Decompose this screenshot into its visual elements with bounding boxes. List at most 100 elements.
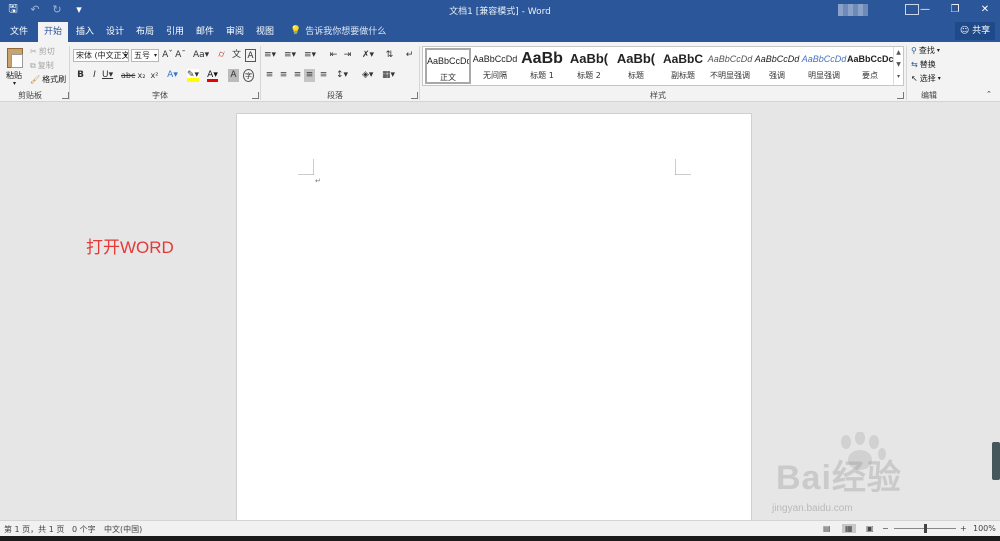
font-color-icon[interactable]: A▾: [207, 69, 218, 82]
paragraph-launcher-icon[interactable]: [411, 92, 418, 99]
share-button[interactable]: ☺ 共享: [955, 22, 995, 40]
zoom-in-icon[interactable]: +: [960, 524, 967, 533]
distributed-icon[interactable]: ≡: [318, 69, 329, 82]
font-launcher-icon[interactable]: [252, 92, 259, 99]
text-effects-icon[interactable]: A▾: [167, 69, 178, 82]
bold-icon[interactable]: B: [75, 69, 86, 82]
subscript-icon[interactable]: x₂: [136, 69, 147, 82]
change-case-icon[interactable]: Aa▾: [193, 49, 209, 62]
page-count[interactable]: 第 1 页，共 1 页: [4, 524, 64, 535]
align-center-icon[interactable]: ≡: [278, 69, 289, 82]
italic-icon[interactable]: I: [89, 69, 100, 82]
print-layout-icon[interactable]: ▦: [842, 524, 856, 533]
chevron-up-icon[interactable]: ▲: [894, 47, 903, 59]
line-spacing-icon[interactable]: ↕▾: [336, 69, 348, 82]
style-no-spacing[interactable]: AaBbCcDd 无间隔: [472, 48, 518, 84]
style-subtle-emphasis[interactable]: AaBbCcDd 不明显强调: [707, 48, 753, 84]
decrease-indent-icon[interactable]: ⇤: [328, 49, 339, 62]
find-button[interactable]: ⚲ 查找 ▾: [911, 45, 940, 56]
style-heading-2[interactable]: AaBb( 标题 2: [566, 48, 612, 84]
replace-button[interactable]: ⇆ 替换: [911, 59, 936, 70]
tab-mailings[interactable]: 邮件: [192, 22, 218, 42]
font-name-combo[interactable]: 宋体 (中文正文) ▾: [73, 49, 129, 62]
chevron-down-icon: ▾: [123, 52, 127, 59]
style-heading-1[interactable]: AaBb 标题 1: [519, 48, 565, 84]
grow-font-icon[interactable]: Aˇ: [162, 49, 173, 62]
tab-design[interactable]: 设计: [102, 22, 128, 42]
phonetic-guide-icon[interactable]: 文: [231, 49, 242, 62]
cursor-icon: ↖: [911, 74, 918, 83]
copy-button[interactable]: ⧉ 复制: [30, 60, 54, 71]
tab-references[interactable]: 引用: [162, 22, 188, 42]
window-controls: — ❐ ✕: [910, 0, 1000, 20]
format-painter-button[interactable]: 🖌 格式刷: [30, 74, 66, 85]
enclose-characters-icon[interactable]: 字: [243, 69, 254, 82]
strikethrough-icon[interactable]: abc: [121, 69, 135, 82]
style-strong[interactable]: AaBbCcDc 要点: [847, 48, 893, 84]
tab-home[interactable]: 开始: [38, 22, 68, 42]
numbering-icon[interactable]: ≡▾: [284, 49, 296, 62]
annotation-text: 打开WORD: [86, 238, 174, 257]
replace-label: 替换: [919, 60, 936, 69]
underline-icon[interactable]: U▾: [102, 69, 113, 82]
style-sample: AaBbCcDd: [754, 54, 800, 64]
paste-button[interactable]: 粘贴 ▾: [4, 46, 26, 88]
clear-formatting-icon[interactable]: ⌭: [216, 49, 227, 62]
tab-file[interactable]: 文件: [4, 22, 34, 42]
bullets-icon[interactable]: ≡▾: [264, 49, 276, 62]
account-avatar[interactable]: [838, 4, 868, 16]
superscript-icon[interactable]: x²: [149, 69, 160, 82]
tab-view[interactable]: 视图: [252, 22, 278, 42]
character-border-icon[interactable]: A: [245, 49, 256, 62]
gallery-more-icon[interactable]: ▾: [894, 71, 903, 83]
paintbrush-icon: 🖌: [30, 75, 41, 84]
show-marks-icon[interactable]: ↵: [404, 49, 415, 62]
tab-layout[interactable]: 布局: [132, 22, 158, 42]
minimize-icon[interactable]: —: [910, 0, 940, 20]
close-icon[interactable]: ✕: [970, 0, 1000, 20]
shrink-font-icon[interactable]: Aˉ: [175, 49, 186, 62]
style-name: 不明显强调: [710, 71, 750, 80]
align-left-icon[interactable]: ≡: [264, 69, 275, 82]
style-title[interactable]: AaBb( 标题: [613, 48, 659, 84]
style-sample: AaBbC: [662, 52, 703, 66]
asian-layout-icon[interactable]: ✗▾: [362, 49, 374, 62]
styles-launcher-icon[interactable]: [897, 92, 904, 99]
read-mode-icon[interactable]: ▤: [823, 524, 831, 533]
style-sample: AaBb(: [569, 51, 609, 66]
web-layout-icon[interactable]: ▣: [866, 524, 874, 533]
tell-me-box[interactable]: 💡 告诉我你想要做什么: [290, 24, 386, 38]
style-emphasis[interactable]: AaBbCcDd 强调: [754, 48, 800, 84]
style-subtitle[interactable]: AaBbC 副标题: [660, 48, 706, 84]
restore-icon[interactable]: ❐: [940, 0, 970, 20]
sort-icon[interactable]: ⇅: [384, 49, 395, 62]
document-page[interactable]: ↵: [236, 113, 752, 523]
tab-insert[interactable]: 插入: [72, 22, 98, 42]
paragraph-group-label: 段落: [327, 91, 343, 100]
zoom-out-icon[interactable]: −: [882, 524, 889, 533]
multilevel-list-icon[interactable]: ≡▾: [304, 49, 316, 62]
highlight-icon[interactable]: ✎▾: [187, 69, 200, 82]
side-panel-handle[interactable]: [992, 442, 1000, 480]
language[interactable]: 中文(中国): [104, 524, 142, 535]
style-intense-emphasis[interactable]: AaBbCcDd 明显强调: [801, 48, 847, 84]
justify-icon[interactable]: ≡: [304, 69, 315, 82]
style-normal[interactable]: AaBbCcDd 正文: [425, 48, 471, 84]
word-count[interactable]: 0 个字: [72, 524, 96, 535]
zoom-level[interactable]: 100%: [973, 524, 996, 533]
zoom-slider-thumb[interactable]: [923, 524, 927, 533]
cut-button[interactable]: ✂ 剪切: [30, 46, 55, 57]
borders-icon[interactable]: ▦▾: [382, 69, 395, 82]
shading-icon[interactable]: ◈▾: [362, 69, 373, 82]
collapse-ribbon-icon[interactable]: ⌃: [986, 90, 992, 98]
gallery-scroll[interactable]: ▲ ▼ ▾: [893, 47, 903, 85]
align-right-icon[interactable]: ≡: [292, 69, 303, 82]
select-button[interactable]: ↖ 选择 ▾: [911, 73, 941, 84]
editing-group-label: 编辑: [921, 91, 937, 100]
chevron-down-icon[interactable]: ▼: [894, 59, 903, 71]
font-size-combo[interactable]: 五号 ▾: [131, 49, 159, 62]
clipboard-launcher-icon[interactable]: [62, 92, 69, 99]
character-shading-icon[interactable]: A: [228, 69, 239, 82]
increase-indent-icon[interactable]: ⇥: [342, 49, 353, 62]
tab-review[interactable]: 审阅: [222, 22, 248, 42]
